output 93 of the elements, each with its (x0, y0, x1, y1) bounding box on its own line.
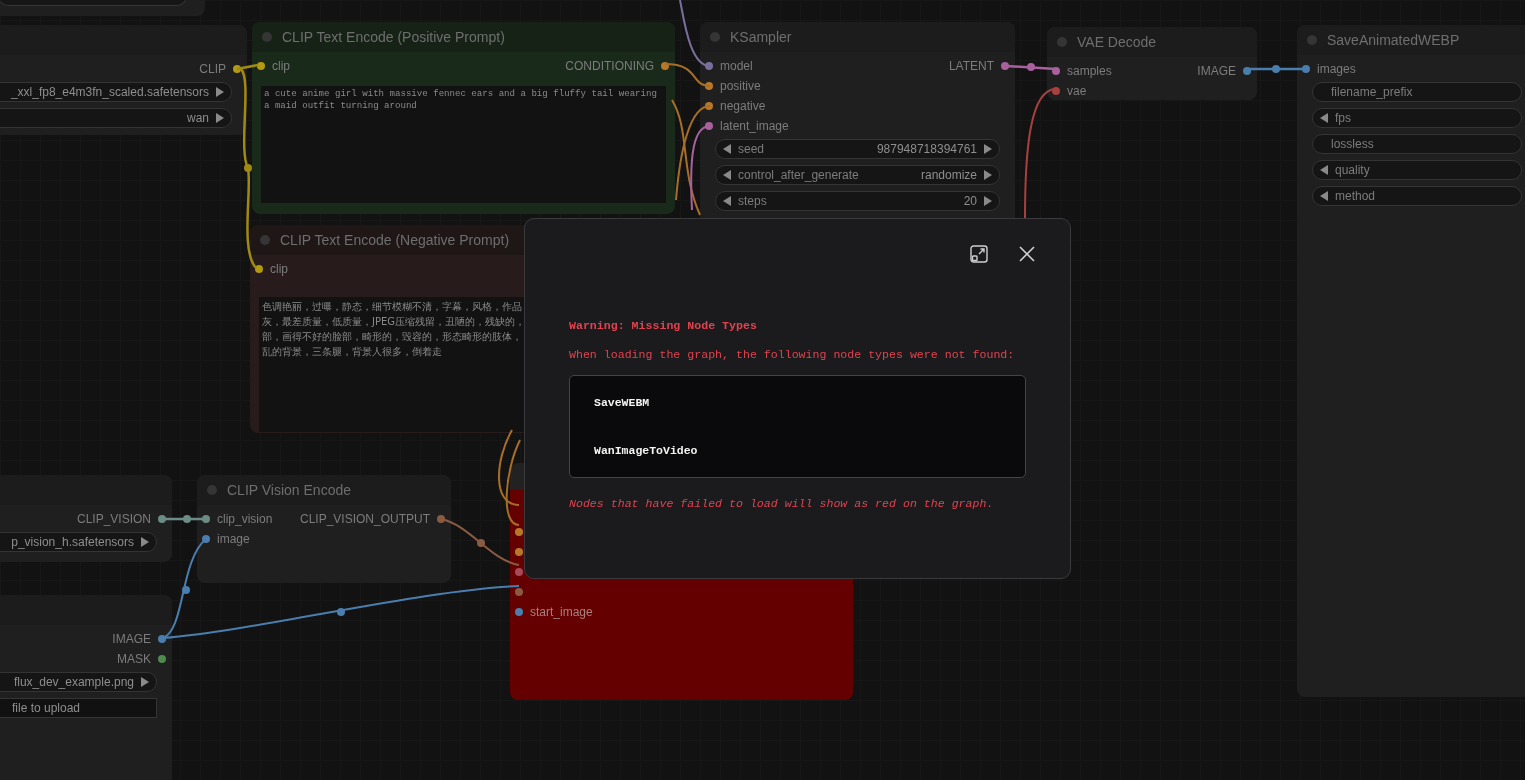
node-title: VAE Decode (1077, 34, 1157, 50)
combo-widget[interactable]: p_vision_h.safetensors (0, 532, 157, 552)
input-dot[interactable] (705, 122, 713, 130)
link-wire (1247, 65, 1306, 73)
link-wire (1005, 63, 1057, 71)
slot-label: start_image (530, 605, 593, 619)
title-dot-icon[interactable] (1057, 37, 1067, 47)
right-arrow-icon[interactable] (140, 537, 150, 547)
input-dot[interactable] (705, 62, 713, 70)
slot-label: positive (720, 79, 761, 93)
text-widget[interactable]: filename_prefix (1312, 82, 1522, 102)
left-arrow-icon[interactable] (722, 196, 732, 206)
right-arrow-icon[interactable] (140, 677, 150, 687)
dialog-note: Nodes that have failed to load will show as red on the graph. (569, 497, 995, 510)
output-dot[interactable] (661, 62, 669, 70)
warning-title: Warning: Missing Node Types (569, 319, 758, 332)
slot-label: CLIP (199, 62, 226, 76)
right-arrow-icon[interactable] (215, 87, 225, 97)
slot-label: model (720, 59, 753, 73)
input-dot[interactable] (1302, 65, 1310, 73)
prompt-field[interactable]: a cute anime girl with massive fennec ears and a big fluffy tail wearing a maid outfit turning around (261, 86, 666, 203)
left-arrow-icon[interactable] (1319, 165, 1329, 175)
slot-label: CLIP_VISION (76, 512, 151, 526)
left-arrow-icon[interactable] (722, 144, 732, 154)
combo-widget[interactable]: wan (0, 108, 232, 128)
left-arrow-icon[interactable] (722, 170, 732, 180)
input-dot[interactable] (515, 568, 523, 576)
slot-label: LATENT (948, 59, 994, 73)
output-dot[interactable] (158, 515, 166, 523)
link-wire (163, 515, 206, 523)
output-dot[interactable] (158, 635, 166, 643)
combo-widget[interactable]: _xxl_fp8_e4m3fn_scaled.safetensors (0, 82, 232, 102)
node-title: CLIP Text Encode (Positive Prompt) (282, 29, 505, 45)
slot-label: image (217, 532, 250, 546)
title-dot-icon[interactable] (260, 235, 270, 245)
number-widget[interactable]: seed 987948718394761 (715, 139, 1000, 159)
input-dot[interactable] (515, 528, 523, 536)
input-dot[interactable] (202, 535, 210, 543)
input-dot[interactable] (255, 265, 263, 273)
slot-label: clip (272, 59, 290, 73)
input-dot[interactable] (257, 62, 265, 70)
node-type-name: SaveWEBM (594, 396, 651, 409)
input-dot[interactable] (202, 515, 210, 523)
slot-label: clip (270, 262, 288, 276)
left-arrow-icon[interactable] (1319, 191, 1329, 201)
output-dot[interactable] (233, 65, 241, 73)
slot-label: clip_vision (217, 512, 273, 526)
output-dot[interactable] (1243, 67, 1251, 75)
title-dot-icon[interactable] (262, 32, 272, 42)
maximize-icon (970, 245, 988, 263)
combo-widget[interactable]: flux_dev_example.png (0, 672, 157, 692)
slot-label: IMAGE (1197, 64, 1236, 78)
slot-label: CONDITIONING (565, 59, 654, 73)
node-title: SaveAnimatedWEBP (1327, 32, 1460, 48)
output-dot[interactable] (158, 655, 166, 663)
slot-label: vae (1067, 84, 1087, 98)
node-title: CLIP Vision Encode (227, 482, 351, 498)
left-arrow-icon[interactable] (1319, 113, 1329, 123)
input-dot[interactable] (1052, 67, 1060, 75)
title-dot-icon[interactable] (207, 485, 217, 495)
input-dot[interactable] (1052, 87, 1060, 95)
input-dot[interactable] (515, 608, 523, 616)
slot-label: MASK (117, 652, 151, 666)
number-widget[interactable]: fps (1312, 108, 1522, 128)
slot-label: CLIP_VISION_OUTPUT (299, 512, 430, 526)
input-dot[interactable] (705, 82, 713, 90)
dialog-message: When loading the graph, the following node types were not found: (569, 348, 1016, 361)
right-arrow-icon[interactable] (983, 144, 993, 154)
title-dot-icon[interactable] (1307, 35, 1317, 45)
toggle-widget[interactable]: lossless (1312, 134, 1522, 154)
output-dot[interactable] (437, 515, 445, 523)
number-widget[interactable]: quality (1312, 160, 1522, 180)
input-dot[interactable] (515, 588, 523, 596)
input-dot[interactable] (705, 102, 713, 110)
slot-label: images (1317, 62, 1356, 76)
right-arrow-icon[interactable] (215, 113, 225, 123)
node-type-name: WanImageToVideo (594, 444, 699, 457)
slot-label: negative (720, 99, 766, 113)
node-title: CLIP Text Encode (Negative Prompt) (280, 232, 510, 248)
number-widget[interactable]: steps 20 (715, 191, 1000, 211)
right-arrow-icon[interactable] (983, 170, 993, 180)
slot-label: samples (1067, 64, 1112, 78)
output-dot[interactable] (1001, 62, 1009, 70)
combo-widget[interactable]: method (1312, 186, 1522, 206)
upload-button[interactable]: file to upload (0, 698, 157, 718)
slot-label: IMAGE (112, 632, 151, 646)
node-title: KSampler (730, 29, 792, 45)
slot-label: latent_image (720, 119, 789, 133)
right-arrow-icon[interactable] (983, 196, 993, 206)
input-dot[interactable] (515, 548, 523, 556)
title-dot-icon[interactable] (710, 32, 720, 42)
close-icon (1019, 246, 1035, 262)
combo-widget[interactable]: control_after_generate randomize (715, 165, 1000, 185)
